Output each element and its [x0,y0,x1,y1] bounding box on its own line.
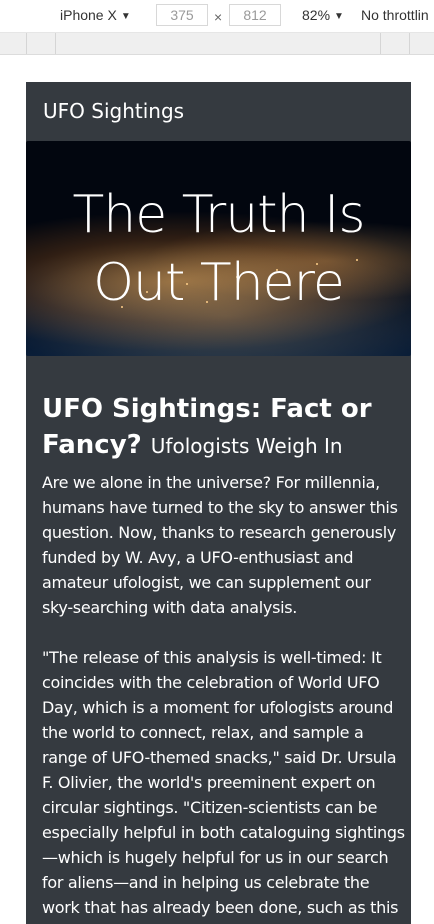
site-title[interactable]: UFO Sightings [43,99,184,123]
hero-banner: The Truth Is Out There [26,141,411,356]
hero-line-1: The Truth Is [72,185,365,245]
zoom-value: 82% [302,7,331,23]
chevron-down-icon: ▼ [334,11,344,22]
media-query-segment[interactable] [380,33,381,54]
device-viewport: UFO Sightings The Truth Is Out There UFO… [0,55,434,924]
width-input[interactable]: 375 [156,4,208,26]
device-toolbar: iPhone X ▼ 375 × 812 82% ▼ No throttlin [0,0,434,33]
media-query-segment[interactable] [26,33,27,54]
device-name: iPhone X [60,7,117,23]
page: UFO Sightings The Truth Is Out There UFO… [26,82,411,924]
hero-heading: The Truth Is Out There [26,181,411,317]
media-query-segment[interactable] [55,33,56,54]
media-query-bar[interactable] [0,33,434,55]
article-paragraph: Are we alone in the universe? For millen… [42,473,398,617]
throttle-select[interactable]: No throttlin [361,7,429,23]
zoom-select[interactable]: 82% ▼ [302,7,344,23]
hero-line-2: Out There [93,253,345,313]
article-paragraph: "The release of this analysis is well-ti… [42,648,405,924]
subheadline-text: Ufologists Weigh In [150,434,343,458]
times-icon: × [214,9,223,25]
height-input[interactable]: 812 [229,4,281,26]
article: UFO Sightings: Fact or Fancy? Ufologists… [42,391,406,924]
device-select[interactable]: iPhone X ▼ [60,7,131,23]
article-headline: UFO Sightings: Fact or Fancy? Ufologists… [42,391,406,464]
chevron-down-icon: ▼ [120,11,131,22]
media-query-segment[interactable] [409,33,410,54]
